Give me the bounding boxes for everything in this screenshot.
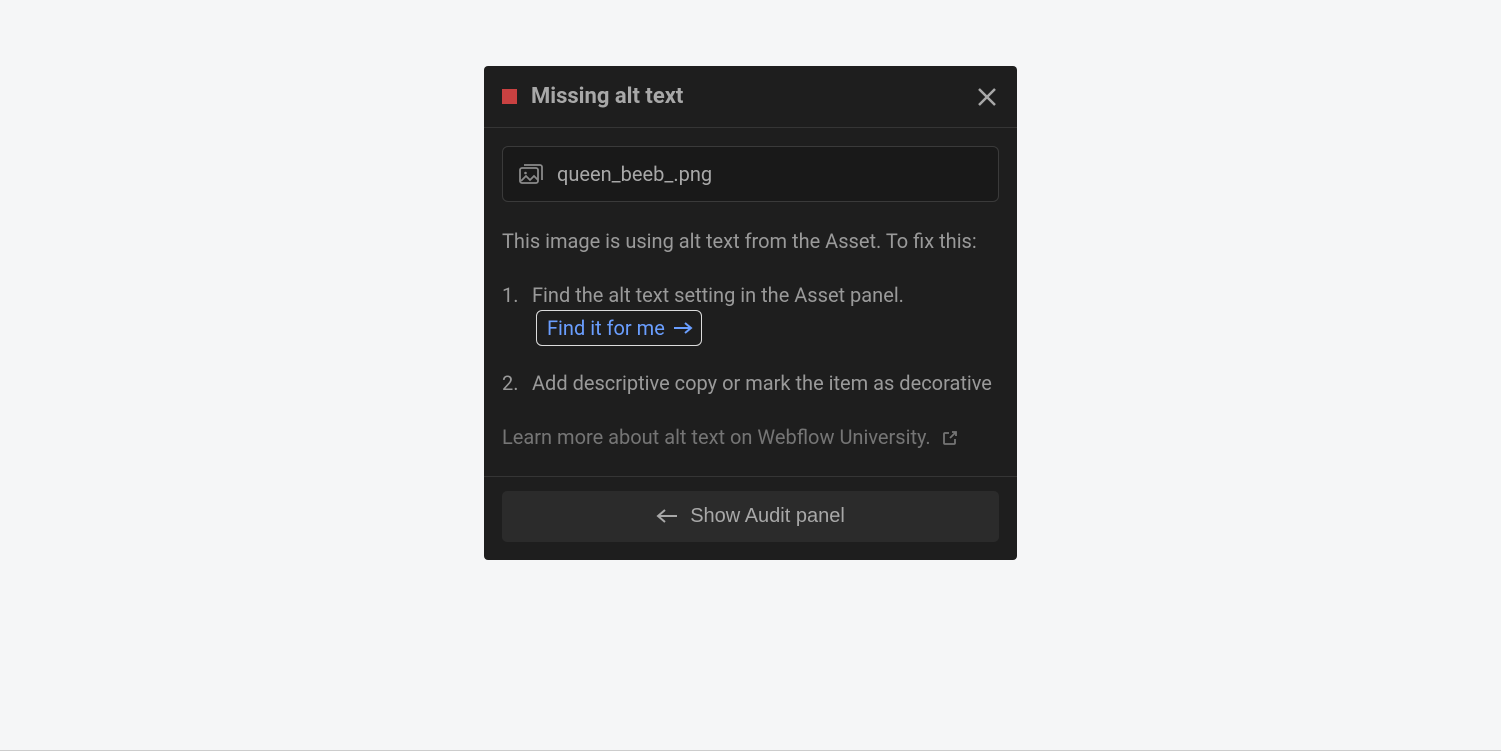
fix-steps-list: Find the alt text setting in the Asset p… xyxy=(502,280,999,398)
asset-filename-row[interactable]: queen_beeb_.png xyxy=(502,146,999,202)
show-audit-panel-button[interactable]: Show Audit panel xyxy=(502,491,999,542)
fix-step-2: Add descriptive copy or mark the item as… xyxy=(502,368,999,398)
audit-issue-panel: Missing alt text queen_beeb_.png This im… xyxy=(484,66,1017,560)
learn-more-link[interactable]: Learn more about alt text on Webflow Uni… xyxy=(502,422,999,454)
close-icon[interactable] xyxy=(975,85,999,109)
fix-step-1: Find the alt text setting in the Asset p… xyxy=(502,280,999,346)
issue-description: This image is using alt text from the As… xyxy=(502,226,999,256)
arrow-right-icon xyxy=(673,321,693,335)
severity-indicator-icon xyxy=(502,89,517,104)
panel-footer: Show Audit panel xyxy=(484,476,1017,560)
audit-button-label: Show Audit panel xyxy=(690,505,845,528)
external-link-icon xyxy=(942,424,958,454)
panel-title: Missing alt text xyxy=(531,80,683,113)
find-it-for-me-link[interactable]: Find it for me xyxy=(536,310,702,346)
learn-more-text: Learn more about alt text on Webflow Uni… xyxy=(502,425,931,449)
panel-title-wrap: Missing alt text xyxy=(502,80,683,113)
panel-body: queen_beeb_.png This image is using alt … xyxy=(484,128,1017,476)
asset-filename: queen_beeb_.png xyxy=(557,159,712,189)
image-file-icon xyxy=(519,163,543,185)
panel-header: Missing alt text xyxy=(484,66,1017,128)
find-link-label: Find it for me xyxy=(547,313,665,343)
fix-step-2-text: Add descriptive copy or mark the item as… xyxy=(532,371,992,395)
arrow-left-icon xyxy=(656,508,678,524)
fix-step-1-text: Find the alt text setting in the Asset p… xyxy=(532,283,904,307)
